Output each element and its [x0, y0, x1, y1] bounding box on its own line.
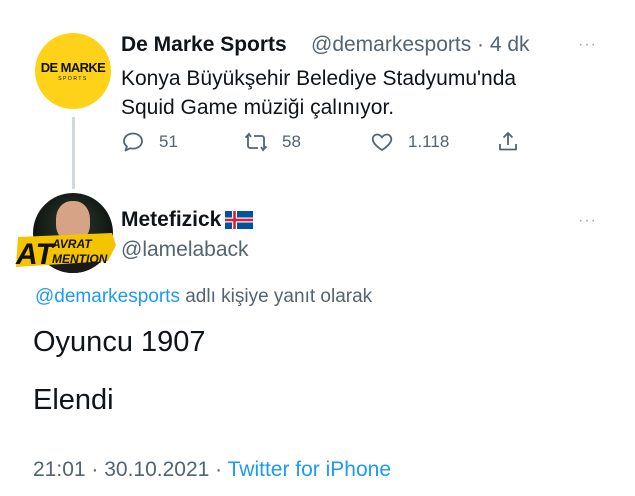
like-button[interactable]: 1.118 — [370, 130, 449, 154]
retweet-count: 58 — [282, 132, 301, 151]
tweet1-text-line2: Squid Game müziği çalınıyor. — [121, 96, 395, 119]
avrat-mention-badge-icon: AT AVRAT MENTION — [15, 233, 116, 271]
tweet2-display-name: Metefizick — [121, 208, 222, 231]
de-marke-avatar[interactable]: DE MARKE SPORTS — [35, 33, 111, 109]
like-count: 1.118 — [408, 132, 450, 151]
tweet2-text-line2: Elendi — [33, 384, 114, 416]
retweet-icon — [245, 132, 267, 152]
avatar-logo-text: DE MARKE — [40, 59, 106, 75]
tweet1-more-icon[interactable]: ··· — [578, 36, 597, 54]
badge-top-text: AVRAT — [51, 237, 93, 251]
tweet1-text-line1: Konya Büyükşehir Belediye Stadyumu'nda — [121, 67, 517, 90]
tweet1-display-name[interactable]: De Marke Sports — [121, 33, 287, 57]
tweet2-handle[interactable]: @lamelaback — [121, 238, 249, 262]
tweet1-handle-time[interactable]: @demarkesports · 4 dk — [311, 33, 530, 57]
reply-mention-link[interactable]: @demarkesports — [35, 286, 180, 307]
tweet2-metadata: 21:01 · 30.10.2021 · Twitter for iPhone — [33, 458, 391, 482]
reply-suffix-text: adlı kişiye yanıt olarak — [179, 286, 373, 307]
share-button[interactable] — [496, 130, 520, 154]
thread-connector-line — [72, 117, 75, 189]
tweet2-timestamp[interactable]: 21:01 · 30.10.2021 · — [33, 458, 228, 481]
retweet-button[interactable]: 58 — [244, 130, 301, 154]
heart-icon — [371, 133, 393, 151]
reply-button[interactable]: 51 — [121, 130, 178, 154]
badge-big-text: AT — [15, 238, 56, 271]
tweet2-more-icon[interactable]: ··· — [578, 212, 597, 230]
tweet1-text: Konya Büyükşehir Belediye Stadyumu'nda S… — [121, 64, 591, 122]
reply-icon — [123, 132, 143, 152]
reply-count: 51 — [159, 132, 178, 151]
tweet2-text-line1: Oyuncu 1907 — [33, 326, 206, 358]
replying-to-line: @demarkesports adlı kişiye yanıt olarak — [35, 286, 372, 308]
share-icon — [499, 132, 517, 151]
iceland-flag-icon — [225, 211, 254, 229]
avatar-logo-subtext: SPORTS — [58, 75, 88, 82]
tweet2-source-link[interactable]: Twitter for iPhone — [228, 458, 391, 481]
badge-bottom-text: MENTION — [52, 252, 108, 266]
tweet2-display-name-row[interactable]: Metefizick — [121, 208, 254, 232]
